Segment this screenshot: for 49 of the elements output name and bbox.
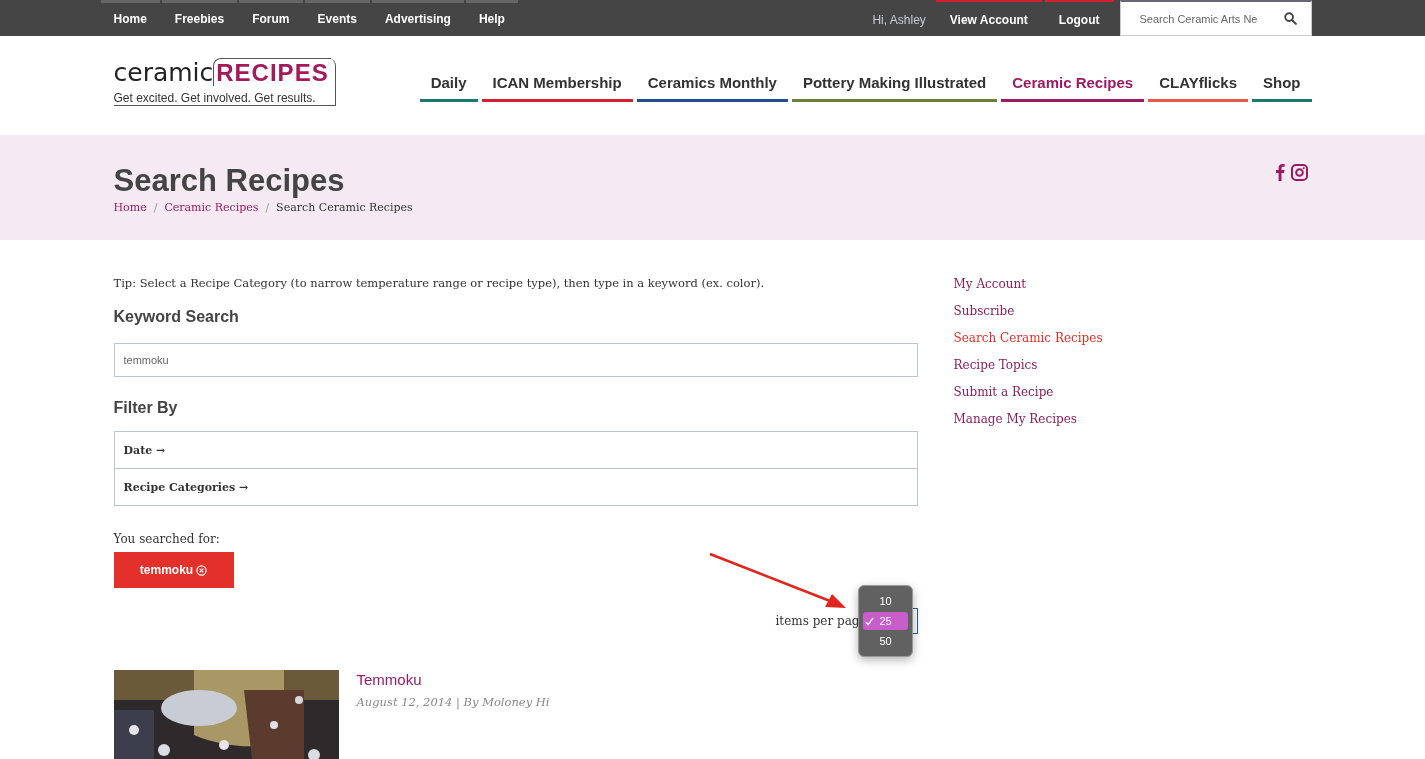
logo[interactable]: ceramic RECIPES Get excited. Get involved. Get results. (113, 57, 336, 106)
search-tag[interactable]: temmoku (113, 552, 234, 588)
page-title: Search Recipes (113, 163, 346, 199)
check-icon (864, 616, 874, 626)
section-heading: Keyword Search (113, 308, 240, 326)
greeting: Hi, Ashley (872, 12, 926, 29)
breadcrumb-link[interactable]: Ceramic Recipes (164, 201, 259, 214)
sidebar-link[interactable]: Subscribe (953, 303, 1103, 319)
sidebar-link[interactable]: Submit a Recipe (953, 384, 1103, 400)
account-link[interactable]: Logout (1044, 0, 1114, 36)
filter-toggle[interactable]: Recipe Categories → (113, 468, 918, 506)
result-title[interactable]: Temmoku (356, 671, 422, 688)
search-icon (1283, 12, 1297, 25)
sidebar-link[interactable]: Search Ceramic Recipes (953, 330, 1103, 346)
breadcrumb-current: Search Ceramic Recipes (276, 201, 413, 214)
dropdown-option[interactable]: 25 (862, 612, 908, 630)
filter-toggle[interactable]: Date → (113, 431, 918, 469)
search-field[interactable]: Search Ceramic Arts Ne (1119, 0, 1312, 36)
account-link[interactable]: View Account (935, 0, 1042, 36)
breadcrumb-separator: / (265, 201, 270, 214)
top-nav-link[interactable]: Home (100, 0, 160, 36)
keyword-field[interactable]: temmoku (113, 343, 918, 377)
result-meta: August 12, 2014 | By Moloney Hi (356, 695, 550, 709)
sidebar-link[interactable]: My Account (953, 276, 1103, 292)
main-nav-tab[interactable]: ICAN Membership (481, 73, 633, 102)
facebook-icon[interactable] (1274, 163, 1285, 181)
top-nav-link[interactable]: Forum (239, 0, 303, 36)
top-nav-link[interactable]: Events (304, 0, 370, 36)
top-nav-link[interactable]: Advertising (371, 0, 464, 36)
main-nav-tab[interactable]: Ceramic Recipes (1001, 73, 1145, 102)
searched-label: You searched for: (113, 532, 221, 546)
top-nav-link[interactable]: Freebies (161, 0, 238, 36)
dropdown-option[interactable]: 50 (862, 632, 908, 650)
main-nav-tab[interactable]: Shop (1252, 73, 1312, 102)
remove-icon[interactable] (196, 564, 208, 576)
main-nav-tab[interactable]: CLAYflicks (1148, 73, 1248, 102)
main-nav-tab[interactable]: Pottery Making Illustrated (791, 73, 998, 102)
tip-text: Tip: Select a Recipe Category (to narrow temperature range or recipe type), then type in a keyword (ex. color). (113, 276, 766, 290)
sidebar-link[interactable]: Recipe Topics (953, 357, 1103, 373)
instagram-icon[interactable] (1290, 163, 1308, 181)
main-nav-tab[interactable]: Ceramics Monthly (636, 73, 788, 102)
section-heading: Filter By (113, 399, 179, 417)
breadcrumb-link[interactable]: Home (113, 201, 147, 214)
main-nav-tab[interactable]: Daily (419, 73, 478, 102)
items-per-page-label: items per pag (775, 614, 860, 628)
dropdown-option[interactable]: 10 (862, 592, 908, 610)
top-nav-link[interactable]: Help (465, 0, 518, 36)
breadcrumb-separator: / (153, 201, 158, 214)
sidebar-link[interactable]: Manage My Recipes (953, 411, 1103, 427)
